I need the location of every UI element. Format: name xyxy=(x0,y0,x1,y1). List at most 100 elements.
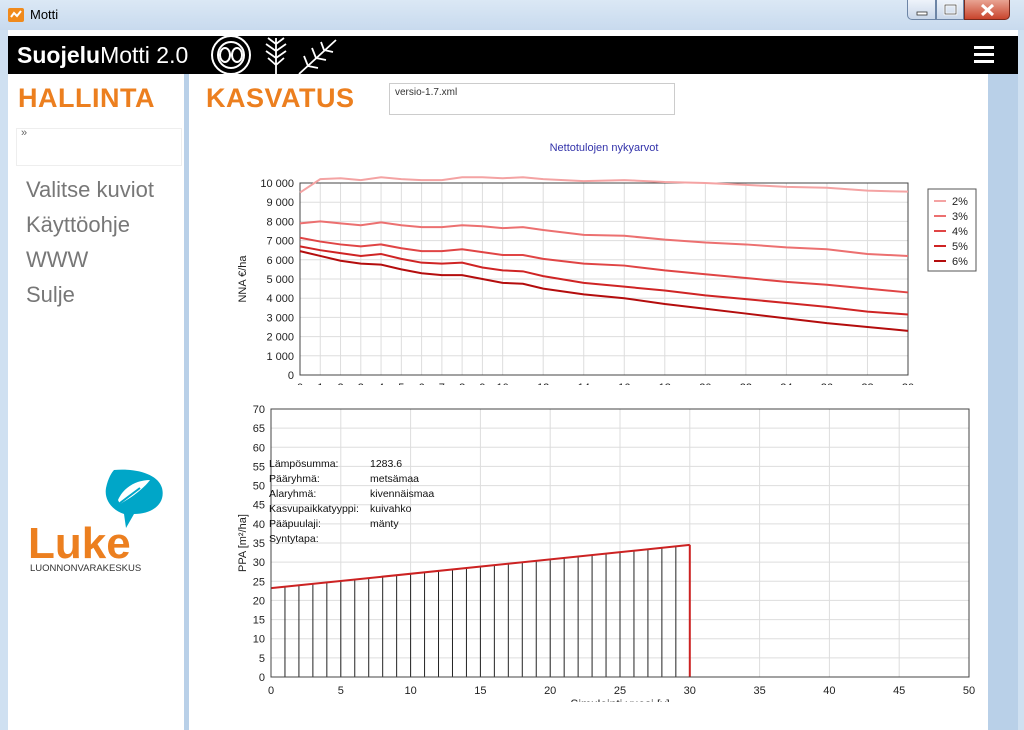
info-label: Pääryhmä: xyxy=(269,473,320,485)
y-tick-label: 65 xyxy=(253,423,265,435)
y-tick-label: 70 xyxy=(253,404,265,416)
info-value: kivennäismaa xyxy=(370,488,434,500)
x-tick-label: 50 xyxy=(963,685,975,697)
menu-item-kayttoohje[interactable]: Käyttöohje xyxy=(26,212,130,238)
x-tick-label: 28 xyxy=(861,382,873,385)
y-tick-label: 10 000 xyxy=(260,178,294,190)
chevron-down-icon[interactable]: » xyxy=(21,127,27,139)
y-tick-label: 7 000 xyxy=(266,236,294,248)
menu-item-sulje[interactable]: Sulje xyxy=(26,282,75,308)
info-label: Alaryhmä: xyxy=(269,488,316,500)
legend-label: 6% xyxy=(952,256,968,268)
y-tick-label: 9 000 xyxy=(266,197,294,209)
sidebar-collapse-panel[interactable]: » xyxy=(16,127,182,166)
minimize-icon xyxy=(916,11,928,16)
y-tick-label: 30 xyxy=(253,557,265,569)
y-tick-label: 8 000 xyxy=(266,216,294,228)
x-tick-label: 26 xyxy=(821,382,833,385)
x-tick-label: 18 xyxy=(659,382,671,385)
y-tick-label: 50 xyxy=(253,481,265,493)
y-tick-label: 55 xyxy=(253,461,265,473)
x-tick-label: 6 xyxy=(419,382,425,385)
x-tick-label: 0 xyxy=(268,685,274,697)
maximize-icon xyxy=(943,3,958,16)
sidebar-heading: HALLINTA xyxy=(18,83,155,113)
main-heading: KASVATUS xyxy=(206,83,355,113)
x-tick-label: 5 xyxy=(338,685,344,697)
info-value: metsämaa xyxy=(370,473,419,485)
legend-label: 3% xyxy=(952,211,968,223)
y-tick-label: 4 000 xyxy=(266,293,294,305)
x-tick-label: 25 xyxy=(614,685,626,697)
brand-rest: Motti 2.0 xyxy=(100,42,189,68)
y-tick-label: 5 000 xyxy=(266,274,294,286)
y-tick-label: 60 xyxy=(253,442,265,454)
x-tick-label: 4 xyxy=(378,382,384,385)
menu-item-valitse-kuviot[interactable]: Valitse kuviot xyxy=(26,177,154,203)
y-tick-label: 25 xyxy=(253,576,265,588)
y-tick-label: 0 xyxy=(288,370,294,382)
y-axis-label: PPA [m²/ha] xyxy=(237,514,249,572)
x-tick-label: 45 xyxy=(893,685,905,697)
info-value: mänty xyxy=(370,518,399,530)
y-tick-label: 15 xyxy=(253,615,265,627)
info-label: Pääpuulaji: xyxy=(269,518,321,530)
info-label: Syntytapa: xyxy=(269,533,319,545)
x-tick-label: 20 xyxy=(699,382,711,385)
x-tick-label: 2 xyxy=(337,382,343,385)
x-tick-label: 35 xyxy=(753,685,765,697)
y-tick-label: 1 000 xyxy=(266,351,294,363)
app-frame: SuojeluMotti 2.0 HALLINTA » Valitse kuvi… xyxy=(8,30,1018,730)
sidebar xyxy=(8,74,184,730)
right-panel-strip xyxy=(988,74,1018,730)
x-tick-label: 16 xyxy=(618,382,630,385)
close-icon xyxy=(980,3,995,17)
x-tick-label: 10 xyxy=(404,685,416,697)
y-tick-label: 2 000 xyxy=(266,332,294,344)
x-tick-label: 24 xyxy=(780,382,792,385)
x-tick-label: 30 xyxy=(684,685,696,697)
hamburger-menu-icon[interactable] xyxy=(974,46,994,64)
window-title: Motti xyxy=(30,7,59,22)
npv-line-chart: 0 1 000 2 000 3 000 4 000 5 000 6 000 7 000 8 00… xyxy=(237,142,977,385)
x-tick-label: 0 xyxy=(297,382,303,385)
x-tick-label: 7 xyxy=(439,382,445,385)
app-brand: SuojeluMotti 2.0 xyxy=(17,42,188,69)
maximize-button[interactable] xyxy=(936,0,964,20)
y-tick-label: 40 xyxy=(253,519,265,531)
brand-bold: Suojelu xyxy=(17,42,101,68)
y-tick-label: 35 xyxy=(253,538,265,550)
y-tick-label: 0 xyxy=(259,672,265,684)
x-tick-label: 5 xyxy=(398,382,404,385)
x-tick-label: 8 xyxy=(459,382,465,385)
basal-area-chart: 0 5 10 15 20 25 30 35 40 45 50 55 60 65 70 0 5 10 15 20 25 30… xyxy=(237,404,975,702)
y-tick-label: 45 xyxy=(253,500,265,512)
info-label: Kasvupaikkatyyppi: xyxy=(269,503,359,515)
x-axis-label: Simulointi vuosi [v] xyxy=(570,697,669,702)
close-button[interactable] xyxy=(964,0,1010,20)
app-header: SuojeluMotti 2.0 xyxy=(8,36,1018,74)
y-tick-label: 3 000 xyxy=(266,312,294,324)
y-axis-label: NNA €/ha xyxy=(237,255,249,303)
motti-app-icon xyxy=(8,8,24,22)
sidebar-divider xyxy=(184,74,189,730)
x-tick-label: 1 xyxy=(317,382,323,385)
x-tick-label: 14 xyxy=(578,382,590,385)
y-tick-label: 5 xyxy=(259,653,265,665)
y-tick-label: 20 xyxy=(253,595,265,607)
luke-logo-text: Luke xyxy=(28,519,131,568)
x-tick-label: 12 xyxy=(537,382,549,385)
y-tick-label: 10 xyxy=(253,634,265,646)
brand-decoration-icon xyxy=(204,36,354,74)
x-tick-label: 15 xyxy=(474,685,486,697)
x-tick-label: 3 xyxy=(358,382,364,385)
menu-item-www[interactable]: WWW xyxy=(26,247,88,273)
luke-logo-subtext: LUONNONVARAKESKUS xyxy=(30,563,141,574)
info-value: 1283.6 xyxy=(370,458,402,470)
x-tick-label: 22 xyxy=(740,382,752,385)
window-titlebar: Motti xyxy=(0,0,1024,30)
minimize-button[interactable] xyxy=(907,0,936,20)
file-name-field[interactable]: versio-1.7.xml xyxy=(389,83,675,115)
info-label: Lämpösumma: xyxy=(269,458,338,470)
chart-title: Nettotulojen nykyarvot xyxy=(550,142,659,154)
